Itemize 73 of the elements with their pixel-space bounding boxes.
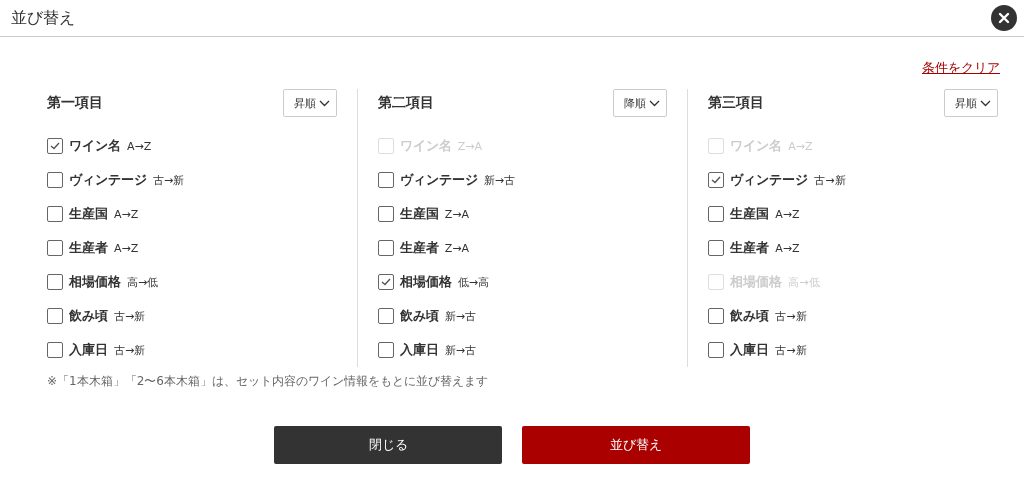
checkbox[interactable] <box>47 206 63 222</box>
note-text: ※「1本木箱」「2〜6本木箱」は、セット内容のワイン情報をもとに並び替えます <box>47 373 489 390</box>
option-label: 飲み頃 <box>69 307 108 325</box>
option-label: 入庫日 <box>399 341 439 359</box>
sort-direction: A→Z <box>114 207 139 221</box>
sort-direction: 古→新 <box>114 342 146 358</box>
chevron-down-icon <box>318 99 330 107</box>
option-label: 相場価格 <box>399 273 452 291</box>
column-title: 第一項目 <box>47 94 103 112</box>
sort-direction: Z→A <box>444 207 469 221</box>
sort-direction: A→Z <box>127 139 152 153</box>
sort-direction: A→Z <box>775 207 800 221</box>
close-icon <box>998 12 1010 24</box>
sort-button[interactable]: 並び替え <box>522 426 750 464</box>
checkbox[interactable] <box>708 240 725 256</box>
order-select[interactable]: 昇順 <box>282 89 337 117</box>
checkmark-icon <box>380 278 391 286</box>
option-label: ヴィンテージ <box>69 171 147 189</box>
sort-direction: 古→新 <box>814 172 846 188</box>
order-select[interactable]: 降順 <box>613 89 668 117</box>
checkbox[interactable] <box>47 342 63 358</box>
checkbox[interactable] <box>377 342 394 358</box>
sort-direction: A→Z <box>775 241 800 255</box>
checkbox[interactable] <box>708 206 725 222</box>
option-label: ヴィンテージ <box>730 171 809 189</box>
option-label: 飲み頃 <box>730 307 770 325</box>
dialog-title: 並び替え <box>11 7 75 29</box>
close-dialog-button[interactable]: 閉じる <box>274 426 502 464</box>
sort-direction: A→Z <box>114 241 139 255</box>
sort-direction: 新→古 <box>444 342 476 358</box>
checkbox[interactable] <box>47 138 63 154</box>
checkbox[interactable] <box>377 240 394 256</box>
checkbox[interactable] <box>377 172 394 188</box>
checkmark-icon <box>711 176 722 184</box>
column-title: 第二項目 <box>377 94 434 112</box>
option-label: ヴィンテージ <box>399 171 478 189</box>
sort-direction: 古→新 <box>775 342 807 358</box>
column-title: 第三項目 <box>708 94 765 112</box>
option-label: 生産者 <box>69 239 108 257</box>
checkbox[interactable] <box>377 274 394 290</box>
close-button[interactable] <box>991 5 1017 31</box>
sort-direction: 古→新 <box>114 308 146 324</box>
order-select[interactable]: 昇順 <box>944 89 998 117</box>
checkbox[interactable] <box>47 308 63 324</box>
option-label: 生産者 <box>730 239 770 257</box>
checkbox[interactable] <box>708 342 725 358</box>
sort-direction: 低→高 <box>457 274 489 290</box>
sort-direction: Z→A <box>444 241 469 255</box>
option-label: ワイン名 <box>69 137 121 155</box>
option-label: 生産国 <box>730 205 770 223</box>
checkbox[interactable] <box>708 172 725 188</box>
checkbox[interactable] <box>377 308 394 324</box>
checkbox[interactable] <box>377 206 394 222</box>
checkbox[interactable] <box>708 308 725 324</box>
sort-direction: 高→低 <box>127 274 159 290</box>
option-label: 相場価格 <box>69 273 121 291</box>
chevron-down-icon <box>980 99 991 107</box>
sort-direction: 古→新 <box>153 172 185 188</box>
option-label: 生産者 <box>399 239 439 257</box>
checkbox[interactable] <box>47 240 63 256</box>
option-label: 生産国 <box>69 205 108 223</box>
clear-link[interactable]: 条件をクリア <box>922 59 1000 79</box>
sort-direction: 新→古 <box>444 308 476 324</box>
chevron-down-icon <box>649 99 661 107</box>
checkbox[interactable] <box>47 172 63 188</box>
option-label: 入庫日 <box>69 341 108 359</box>
checkmark-icon <box>50 142 60 150</box>
sort-direction: 新→古 <box>483 172 515 188</box>
checkbox[interactable] <box>47 274 63 290</box>
sort-direction: 古→新 <box>775 308 807 324</box>
option-label: 飲み頃 <box>399 307 439 325</box>
option-label: 入庫日 <box>730 341 770 359</box>
option-label: 生産国 <box>399 205 439 223</box>
